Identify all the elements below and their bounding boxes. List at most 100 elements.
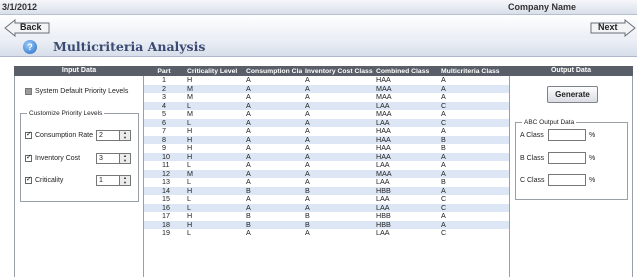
table-cell: H xyxy=(184,211,243,221)
consumption-rate-value[interactable]: 2 xyxy=(96,130,120,141)
inventory-cost-stepper[interactable]: 3 ▲ ▼ xyxy=(96,153,131,164)
nav-bar: Back Next xyxy=(0,15,637,40)
table-cell: B xyxy=(243,220,302,229)
table-cell: A xyxy=(243,152,302,161)
table-cell: A xyxy=(302,203,373,212)
criterion-row[interactable]: Consumption Rate xyxy=(25,130,93,139)
table-cell: H xyxy=(184,143,243,153)
table-row: 5 M A A MAA A xyxy=(144,109,509,119)
table-cell: A xyxy=(438,92,509,102)
table-cell: A xyxy=(243,228,302,238)
table-row: 12 M A A MAA A xyxy=(144,169,509,178)
page-title: Multicriteria Analysis xyxy=(53,39,206,54)
table-row: 8 H A A HAA B xyxy=(144,135,509,144)
table-cell: A xyxy=(438,126,509,136)
system-default-label: System Default Priority Levels xyxy=(35,88,129,95)
table-row: 18 H B B HBB A xyxy=(144,220,509,229)
table-row: 10 H A A HAA A xyxy=(144,152,509,161)
a-class-row: A Class % xyxy=(520,129,595,141)
criticality-checkbox[interactable] xyxy=(25,175,32,184)
input-data-panel: System Default Priority Levels Customize… xyxy=(14,76,144,277)
table-cell: A xyxy=(302,228,373,238)
table-cell: A xyxy=(438,160,509,170)
table-cell: A xyxy=(302,92,373,102)
table-row: 16 L A A LAA C xyxy=(144,203,509,212)
criterion-row[interactable]: Inventory Cost xyxy=(25,153,80,162)
table-cell: C xyxy=(438,101,509,110)
consumption-rate-checkbox[interactable] xyxy=(25,130,32,139)
generate-button[interactable]: Generate xyxy=(547,86,598,103)
table-cell: L xyxy=(184,177,243,187)
table-cell: 19 xyxy=(144,228,184,238)
inventory-cost-value[interactable]: 3 xyxy=(96,153,120,164)
table-row: 1 H A A HAA A xyxy=(144,75,509,85)
c-class-field[interactable] xyxy=(548,174,586,186)
table-cell: A xyxy=(302,126,373,136)
table-cell: B xyxy=(438,177,509,187)
table-row: 14 H B B HBB A xyxy=(144,186,509,195)
b-class-unit: % xyxy=(589,154,596,162)
criticality-label: Criticality xyxy=(35,177,64,184)
table-row: 15 L A A LAA C xyxy=(144,194,509,204)
consumption-rate-stepper[interactable]: 2 ▲ ▼ xyxy=(96,130,131,141)
table-cell: B xyxy=(243,211,302,221)
table-row: 19 L A A LAA C xyxy=(144,228,509,238)
table-cell: A xyxy=(243,194,302,204)
table-row: 11 L A A LAA A xyxy=(144,160,509,170)
table-cell: L xyxy=(184,194,243,204)
table-cell: A xyxy=(302,101,373,110)
inventory-cost-checkbox[interactable] xyxy=(25,153,32,162)
a-class-field[interactable] xyxy=(548,129,586,141)
back-button[interactable]: Back xyxy=(4,19,50,37)
b-class-field[interactable] xyxy=(548,152,586,164)
table-cell: C xyxy=(438,228,509,238)
table-cell: A xyxy=(243,109,302,119)
table-cell: M xyxy=(184,92,243,102)
table-cell: C xyxy=(438,194,509,204)
table-cell: C xyxy=(438,203,509,212)
criterion-row[interactable]: Criticality xyxy=(25,175,64,184)
table-cell: A xyxy=(438,75,509,85)
c-class-unit: % xyxy=(589,176,596,184)
next-button[interactable]: Next xyxy=(590,19,636,37)
table-cell: B xyxy=(243,186,302,195)
company-name: Company Name xyxy=(508,2,577,12)
table-cell: A xyxy=(438,220,509,229)
table-cell: A xyxy=(243,160,302,170)
abc-output-legend: ABC Output Data xyxy=(524,119,575,126)
table-cell: B xyxy=(302,220,373,229)
c-class-label: C Class xyxy=(520,176,545,184)
system-default-row[interactable]: System Default Priority Levels xyxy=(25,88,128,95)
header-bar: 3/1/2012 Company Name xyxy=(0,0,637,15)
table-cell: A xyxy=(243,126,302,136)
a-class-label: A Class xyxy=(520,131,544,139)
table-cell: A xyxy=(302,160,373,170)
table-cell: A xyxy=(302,135,373,144)
help-icon[interactable]: ? xyxy=(23,40,37,54)
stepper-down-icon[interactable]: ▼ xyxy=(120,180,130,186)
table-cell: L xyxy=(184,118,243,127)
column-header: Multicriteria Class xyxy=(438,66,509,76)
table-cell: A xyxy=(243,75,302,85)
table-cell: H xyxy=(184,220,243,229)
header-date: 3/1/2012 xyxy=(2,2,38,12)
table-cell: A xyxy=(243,84,302,93)
table-cell: A xyxy=(243,118,302,127)
criticality-value[interactable]: 1 xyxy=(96,175,120,186)
table-header-row: Part Criticality Level Consumption Class… xyxy=(144,66,509,76)
table-cell: B xyxy=(302,211,373,221)
a-class-unit: % xyxy=(589,131,596,139)
stepper-down-icon[interactable]: ▼ xyxy=(120,158,130,164)
table-cell: A xyxy=(243,203,302,212)
table-cell: A xyxy=(438,169,509,178)
table-cell: A xyxy=(438,152,509,161)
system-default-checkbox[interactable] xyxy=(25,88,32,95)
stepper-down-icon[interactable]: ▼ xyxy=(120,135,130,141)
criticality-stepper[interactable]: 1 ▲ ▼ xyxy=(96,175,131,186)
table-cell: A xyxy=(438,186,509,195)
table-cell: H xyxy=(184,135,243,144)
table-cell: M xyxy=(184,169,243,178)
table-cell: A xyxy=(302,194,373,204)
table-row: 4 L A A LAA C xyxy=(144,101,509,110)
table-cell: H xyxy=(184,126,243,136)
